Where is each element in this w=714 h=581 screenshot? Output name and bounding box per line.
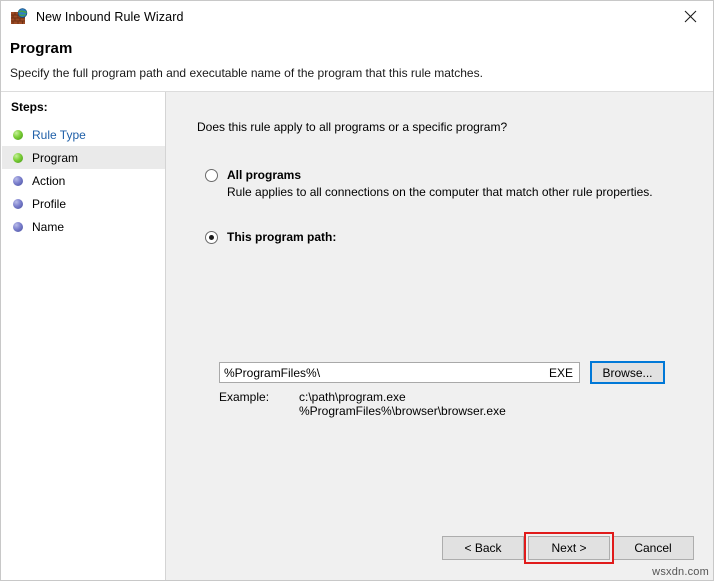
page-header: Program Specify the full program path an… [1, 32, 713, 92]
sidebar-item-action[interactable]: Action [2, 169, 165, 192]
option-description: Rule applies to all connections on the c… [227, 185, 653, 199]
sidebar-item-program[interactable]: Program [2, 146, 165, 169]
program-path-row: %ProgramFiles%\ EXE Browse... [219, 361, 665, 384]
sidebar-item-label: Program [32, 151, 78, 165]
sidebar-item-profile[interactable]: Profile [2, 192, 165, 215]
steps-heading: Steps: [11, 100, 48, 114]
page-title: Program [10, 40, 72, 57]
sidebar-item-rule-type[interactable]: Rule Type [2, 123, 165, 146]
main-panel: Does this rule apply to all programs or … [166, 92, 713, 580]
radio-all-programs[interactable] [205, 169, 218, 182]
example-values: c:\path\program.exe %ProgramFiles%\brows… [299, 390, 506, 418]
program-path-suffix: EXE [549, 366, 575, 380]
option-this-program-path[interactable]: This program path: [205, 230, 336, 244]
sidebar-item-name[interactable]: Name [2, 215, 165, 238]
question-text: Does this rule apply to all programs or … [197, 120, 507, 134]
sidebar-item-label: Action [32, 174, 65, 188]
option-label: All programs [227, 168, 301, 182]
step-bullet-pending-icon [13, 199, 23, 209]
example-line-2: %ProgramFiles%\browser\browser.exe [299, 404, 506, 418]
program-path-input[interactable]: %ProgramFiles%\ EXE [219, 362, 580, 383]
step-bullet-pending-icon [13, 222, 23, 232]
sidebar-item-label: Profile [32, 197, 66, 211]
sidebar-item-label: Name [32, 220, 64, 234]
cancel-button[interactable]: Cancel [612, 536, 694, 560]
title-bar: New Inbound Rule Wizard [1, 1, 713, 32]
close-icon[interactable] [667, 1, 713, 32]
next-button[interactable]: Next > [528, 536, 610, 560]
browse-button[interactable]: Browse... [590, 361, 665, 384]
program-path-value: %ProgramFiles%\ [224, 366, 549, 380]
example-label: Example: [219, 390, 269, 404]
step-bullet-pending-icon [13, 176, 23, 186]
watermark: wsxdn.com [652, 566, 709, 578]
option-all-programs[interactable]: All programs Rule applies to all connect… [205, 168, 653, 199]
step-bullet-done-icon [13, 153, 23, 163]
steps-sidebar: Steps: Rule Type Program Action Profile … [2, 92, 166, 580]
option-label: This program path: [227, 230, 336, 244]
example-line-1: c:\path\program.exe [299, 390, 506, 404]
back-button[interactable]: < Back [442, 536, 524, 560]
firewall-globe-icon [10, 8, 28, 26]
window-title: New Inbound Rule Wizard [36, 10, 184, 24]
page-subtitle: Specify the full program path and execut… [10, 66, 483, 80]
sidebar-item-label: Rule Type [32, 128, 86, 142]
step-bullet-done-icon [13, 130, 23, 140]
radio-this-program-path[interactable] [205, 231, 218, 244]
wizard-window: New Inbound Rule Wizard Program Specify … [0, 0, 714, 581]
